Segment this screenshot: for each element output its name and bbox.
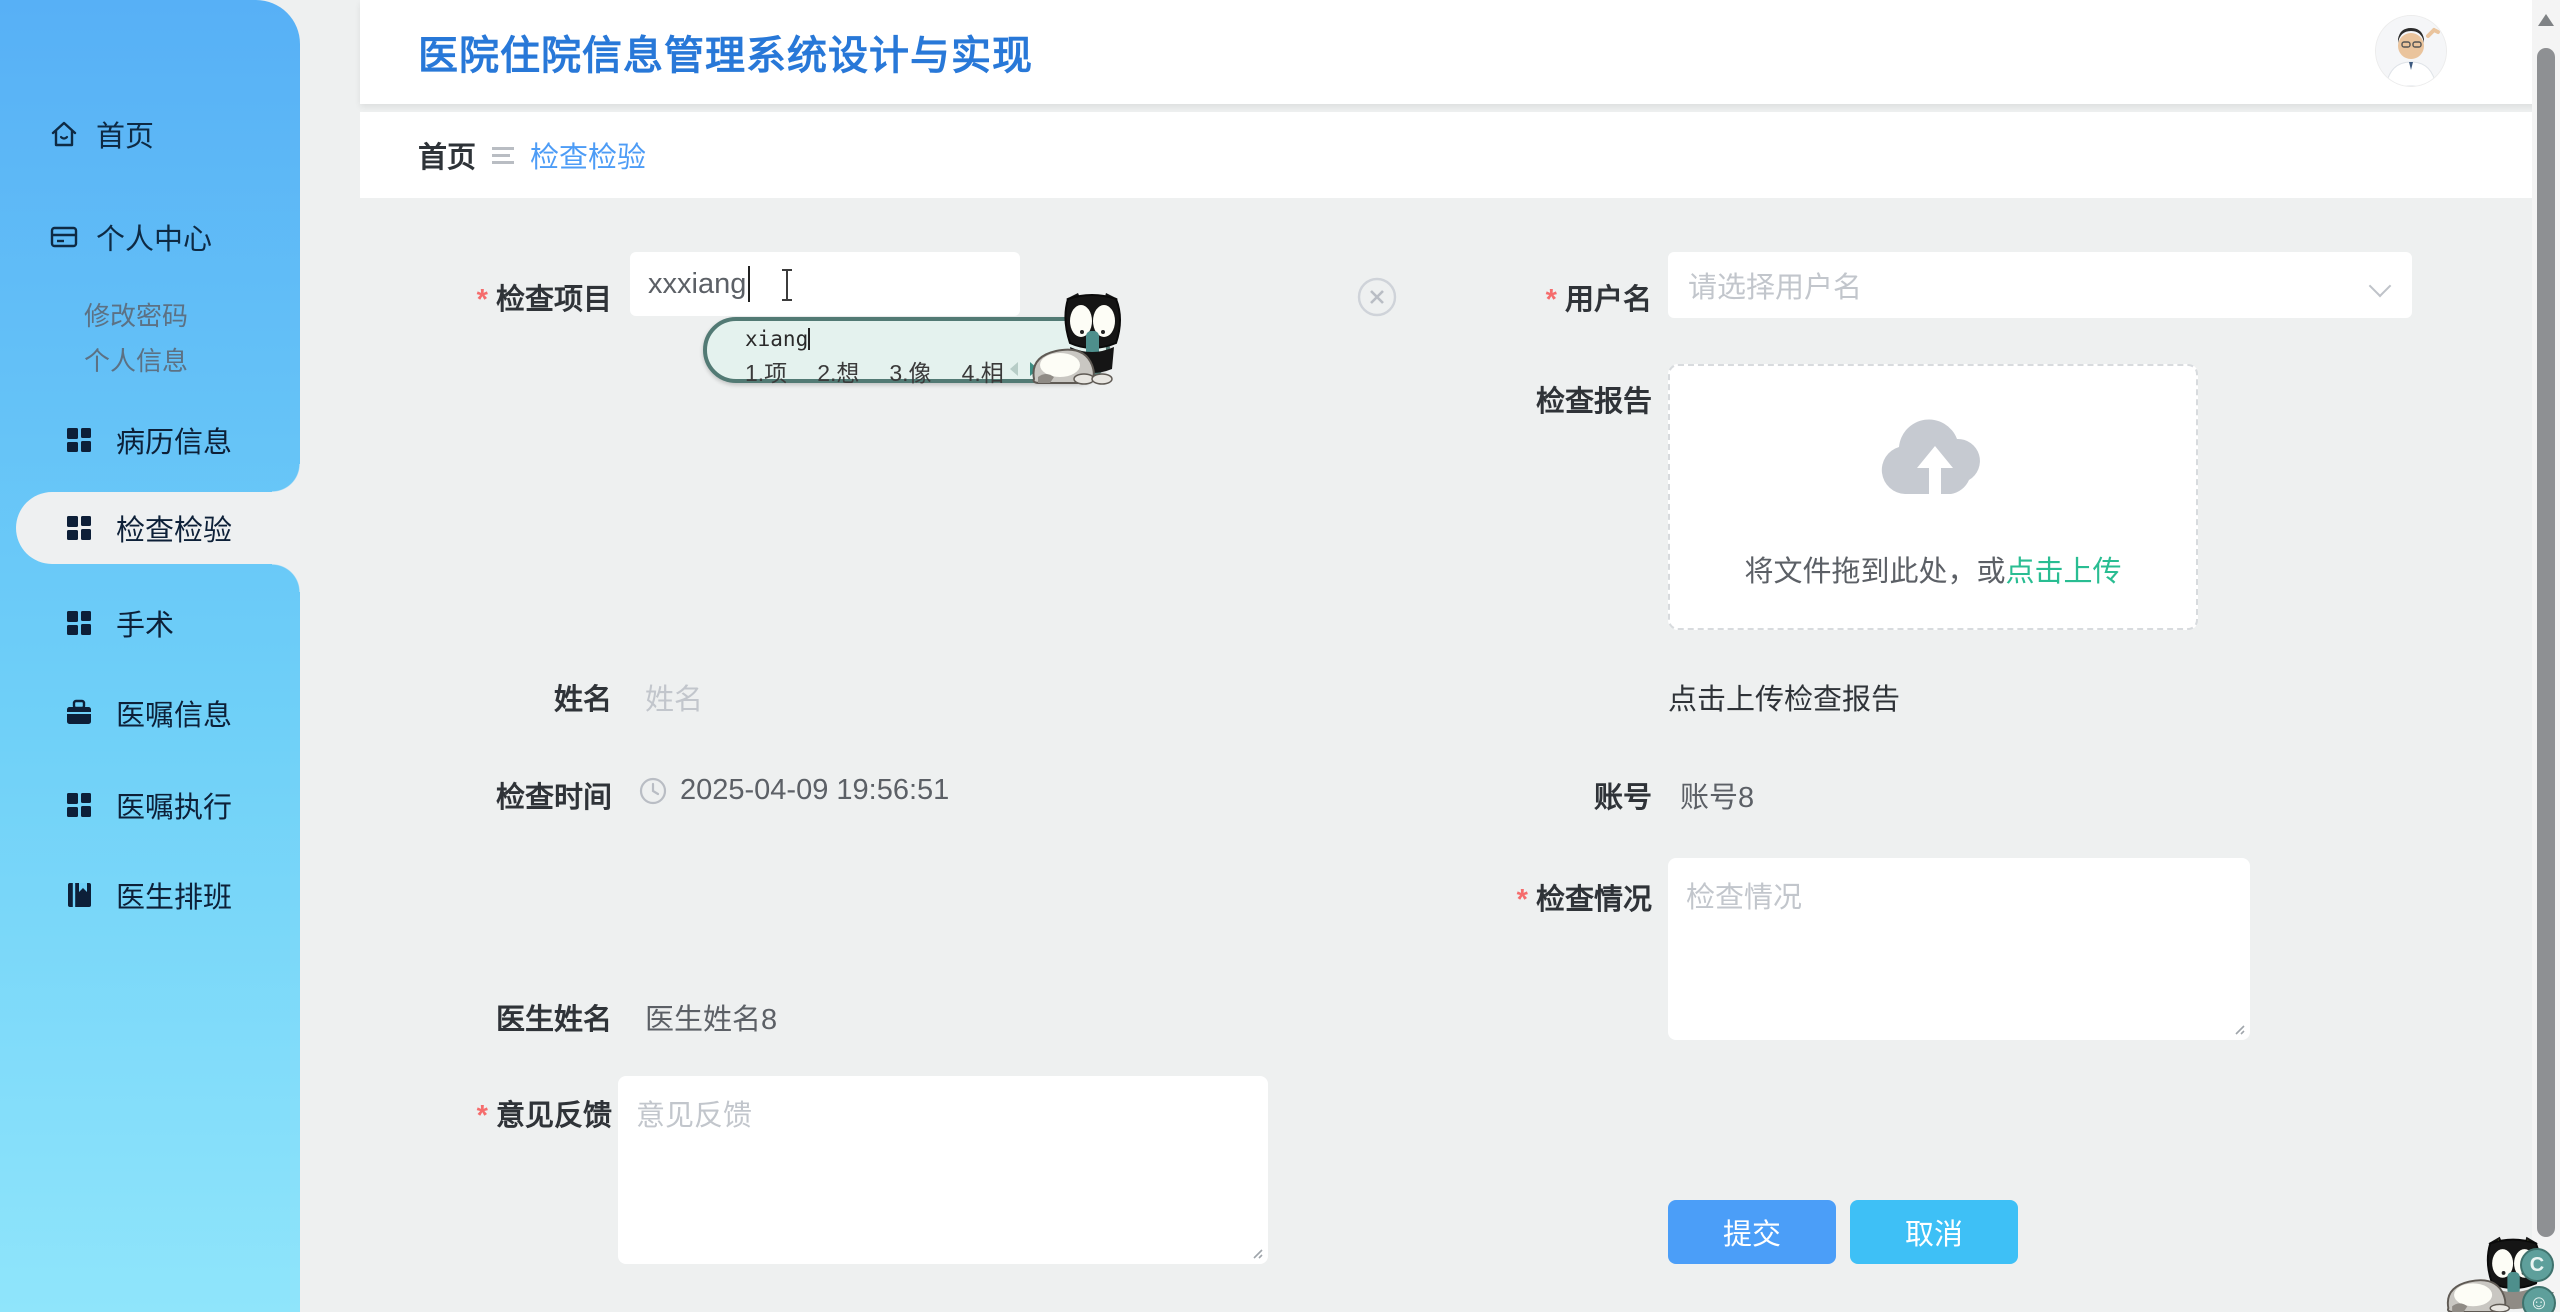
sidebar-item-surgery[interactable]: 手术 [64,601,174,645]
upload-link[interactable]: 点击上传 [2006,556,2122,588]
ime-toolbar-button-1[interactable]: C [2520,1248,2554,1282]
avatar[interactable] [2376,16,2446,86]
sidebar-item-examination[interactable]: 检查检验 [64,506,232,550]
exam-item-input[interactable]: xxxiang [630,252,1020,316]
breadcrumb-separator-icon [492,147,514,164]
sidebar-item-label: 医嘱执行 [116,784,232,826]
home-icon [48,118,80,150]
resize-handle-icon[interactable] [2230,1020,2246,1036]
sidebar-item-profile-center[interactable]: 个人中心 [48,215,212,259]
sidebar-item-label: 个人中心 [96,216,212,258]
app-header: 医院住院信息管理系统设计与实现 [360,0,2560,104]
exam-time-label: 检查时间 [330,774,612,816]
doctor-avatar-image [2376,16,2446,86]
doctor-name-value: 医生姓名8 [645,996,777,1038]
page-title: 医院住院信息管理系统设计与实现 [418,23,1033,81]
sidebar-item-label: 手术 [116,602,174,644]
exam-item-label: 检查项目 [330,276,612,318]
cloud-upload-icon [1875,408,1995,508]
sidebar-item-doctor-orders[interactable]: 医嘱信息 [64,691,232,735]
ime-candidate[interactable]: 1.项 [745,354,787,388]
username-select[interactable]: 请选择用户名 [1668,252,2412,318]
grid-icon [64,790,94,820]
username-placeholder: 请选择用户名 [1688,264,1862,306]
breadcrumb-home[interactable]: 首页 [418,134,476,176]
report-upload-dropzone[interactable]: 将文件拖到此处，或点击上传 [1668,364,2198,630]
report-label: 检查报告 [1370,378,1652,420]
grid-icon [64,513,94,543]
sidebar-item-doctor-schedule[interactable]: 医生排班 [64,873,232,917]
ime-candidate[interactable]: 2.想 [817,354,859,388]
sidebar-item-label: 医生排班 [116,874,232,916]
feedback-textarea[interactable]: 意见反馈 [618,1076,1268,1264]
briefcase-icon [64,698,94,728]
sidebar: 首页 个人中心 修改密码 个人信息 病历信息 检查检验 手术 [0,0,300,1312]
text-caret [748,266,750,302]
name-label: 姓名 [330,676,612,718]
sidebar-item-change-password[interactable]: 修改密码 [84,296,188,333]
ime-candidate[interactable]: 3.像 [889,354,931,388]
clock-icon [638,776,668,806]
ime-prev-page-icon[interactable] [1007,360,1021,378]
ime-caret [808,328,810,350]
feedback-label: 意见反馈 [330,1092,612,1134]
sidebar-item-label: 首页 [96,113,154,155]
upload-drop-text: 将文件拖到此处，或点击上传 [1670,548,2196,590]
ime-cat-mascot [1026,291,1130,385]
id-card-icon [48,221,80,253]
text-cursor-icon [778,268,796,302]
notebook-icon [64,880,94,910]
sidebar-item-profile-info[interactable]: 个人信息 [84,341,188,378]
sidebar-item-order-execution[interactable]: 医嘱执行 [64,783,232,827]
account-label: 账号 [1370,774,1652,816]
ime-candidate[interactable]: 4.相 [962,354,1004,388]
sidebar-item-medical-records[interactable]: 病历信息 [64,418,232,462]
situation-label: 检查情况 [1370,876,1652,918]
account-value: 账号8 [1680,774,1754,816]
submit-button[interactable]: 提交 [1668,1200,1836,1264]
scrollbar[interactable] [2532,0,2560,1312]
cancel-button[interactable]: 取消 [1850,1200,2018,1264]
grid-icon [64,425,94,455]
username-label: 用户名 [1370,276,1652,318]
name-input[interactable]: 姓名 [645,676,703,718]
ime-composition: xiang [745,327,810,351]
sidebar-item-home[interactable]: 首页 [48,112,154,156]
sidebar-item-label: 病历信息 [116,419,232,461]
upload-hint: 点击上传检查报告 [1668,676,1900,718]
doctor-name-label: 医生姓名 [330,996,612,1038]
sidebar-item-label: 医嘱信息 [116,692,232,734]
scrollbar-up-icon[interactable] [2538,14,2554,26]
ime-toolbar-button-2[interactable]: ☺ [2522,1286,2556,1312]
situation-textarea[interactable]: 检查情况 [1668,858,2250,1040]
breadcrumb: 首页 检查检验 [418,112,646,198]
scrollbar-thumb[interactable] [2537,48,2555,1237]
chevron-down-icon [2369,275,2392,298]
resize-handle-icon[interactable] [1248,1244,1264,1260]
sidebar-item-label: 检查检验 [116,507,232,549]
breadcrumb-current[interactable]: 检查检验 [530,134,646,176]
breadcrumb-band: 首页 检查检验 [360,112,2560,198]
grid-icon [64,608,94,638]
exam-item-value: xxxiang [648,268,746,301]
exam-time-value[interactable]: 2025-04-09 19:56:51 [680,774,949,807]
